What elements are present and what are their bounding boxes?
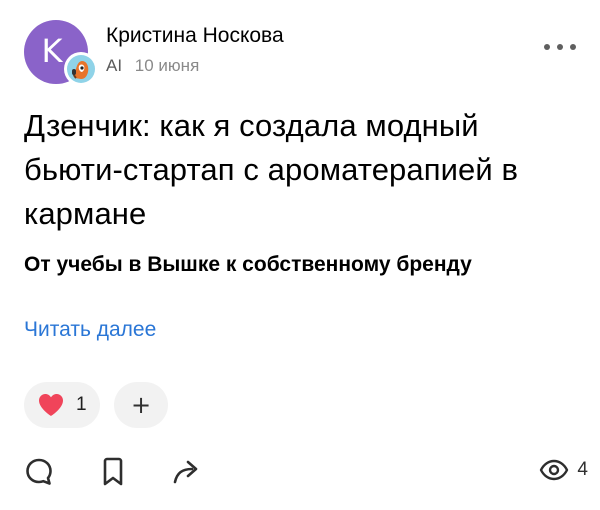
post-date: 10 июня: [134, 56, 200, 75]
read-more-link[interactable]: Читать далее: [24, 318, 156, 342]
heart-count: 1: [76, 394, 87, 415]
post-header: K Кристина Носкова AI 10 июня: [24, 20, 576, 86]
source-label: AI: [106, 56, 123, 75]
post-meta: AI 10 июня: [106, 56, 199, 76]
more-icon[interactable]: [544, 40, 576, 54]
comment-icon[interactable]: [24, 457, 54, 487]
more-dot: [557, 44, 563, 50]
more-dot: [570, 44, 576, 50]
post-subtitle: От учебы в Вышке к собственному бренду: [24, 253, 472, 276]
post-title[interactable]: Дзенчик: как я создала модный бьюти-стар…: [24, 104, 580, 236]
author-name[interactable]: Кристина Носкова: [106, 24, 284, 48]
post-card: K Кристина Носкова AI 10 июня Дзенчик: к…: [0, 0, 600, 510]
views-count: 4: [577, 459, 588, 480]
eye-icon: [540, 459, 569, 481]
add-reaction-button[interactable]: +: [114, 382, 168, 428]
heart-icon: [39, 394, 63, 416]
avatar-letter: K: [41, 32, 63, 70]
heart-reaction-button[interactable]: 1: [24, 382, 100, 428]
ai-badge-icon: [64, 52, 98, 86]
share-icon[interactable]: [172, 457, 204, 487]
views-counter: 4: [539, 459, 588, 481]
more-dot: [544, 44, 550, 50]
bookmark-icon[interactable]: [100, 457, 126, 487]
